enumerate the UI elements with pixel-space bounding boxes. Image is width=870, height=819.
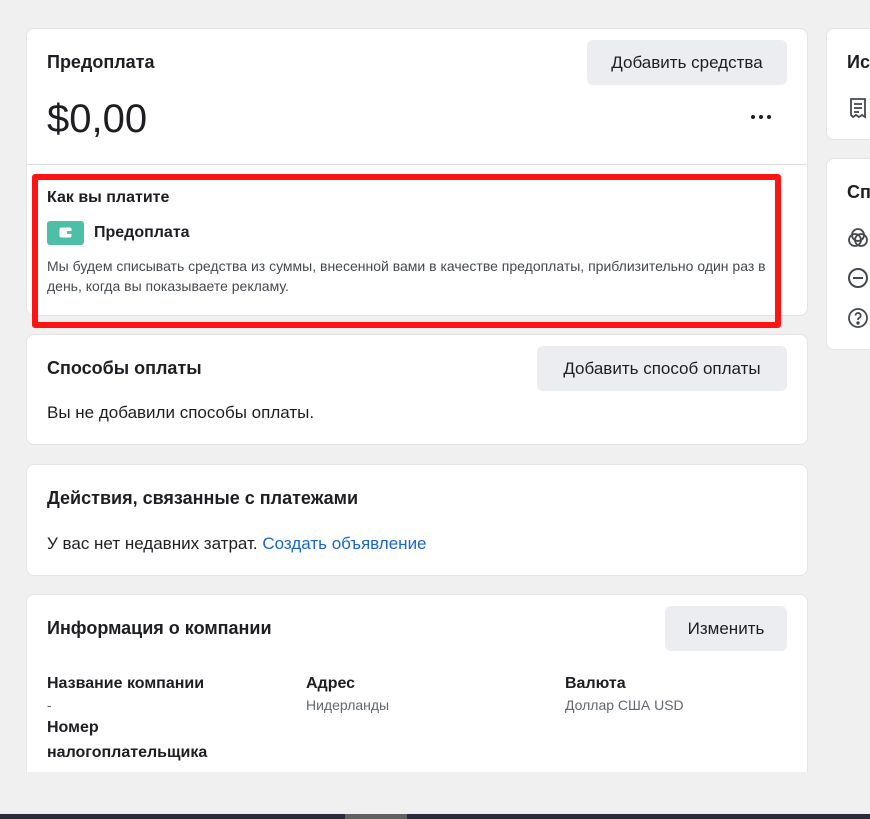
currency-label: Валюта <box>565 675 626 692</box>
prepay-title: Предоплата <box>47 52 155 72</box>
block-icon[interactable] <box>847 267 869 289</box>
help-icon[interactable] <box>847 307 869 329</box>
side-card-history: Ис <box>826 28 870 140</box>
payment-methods-title: Способы оплаты <box>47 358 202 378</box>
taskbar-edge <box>0 814 870 819</box>
payment-activity-title: Действия, связанные с платежами <box>47 488 359 508</box>
company-name-label: Название компании <box>47 675 205 692</box>
payment-activity-card: Действия, связанные с платежами У вас не… <box>26 464 808 576</box>
tax-number-label: Номер налогоплательщика <box>47 719 208 761</box>
payment-method-name: Предоплата <box>94 224 190 241</box>
side-card-title: Сп <box>847 182 870 202</box>
balance-amount: $0,00 <box>47 97 148 141</box>
company-info-title: Информация о компании <box>47 618 272 638</box>
side-card-help: Сп <box>826 158 870 350</box>
edit-company-button[interactable]: Изменить <box>665 606 787 651</box>
how-you-pay-title: Как вы платите <box>47 189 170 206</box>
overlap-circles-icon[interactable] <box>847 227 869 249</box>
divider <box>27 164 807 165</box>
receipt-icon[interactable] <box>847 97 869 119</box>
activity-empty-line: У вас нет недавних затрат. Создать объяв… <box>47 534 427 554</box>
add-funds-button[interactable]: Добавить средства <box>587 40 787 85</box>
wallet-icon <box>47 221 84 245</box>
add-payment-method-button[interactable]: Добавить способ оплаты <box>537 346 787 391</box>
address-label: Адрес <box>306 675 356 692</box>
payment-methods-card: Способы оплаты Добавить способ оплаты Вы… <box>26 334 808 445</box>
company-name-value: - <box>47 697 52 713</box>
prepay-card: Предоплата Добавить средства $0,00 Как в… <box>26 28 808 316</box>
address-value: Нидерланды <box>306 697 390 713</box>
activity-empty-text: У вас нет недавних затрат. <box>47 534 258 553</box>
side-card-title: Ис <box>847 52 870 72</box>
payment-methods-empty-text: Вы не добавили способы оплаты. <box>47 403 315 422</box>
create-ad-link[interactable]: Создать объявление <box>262 534 426 553</box>
payment-method-description: Мы будем списывать средства из суммы, вн… <box>47 258 766 294</box>
page-bottom-area <box>0 772 870 819</box>
company-info-card: Информация о компании Изменить Название … <box>26 594 808 794</box>
currency-value: Доллар США USD <box>565 697 684 713</box>
billing-page: Предоплата Добавить средства $0,00 Как в… <box>0 0 870 819</box>
more-options-icon[interactable] <box>751 109 771 125</box>
